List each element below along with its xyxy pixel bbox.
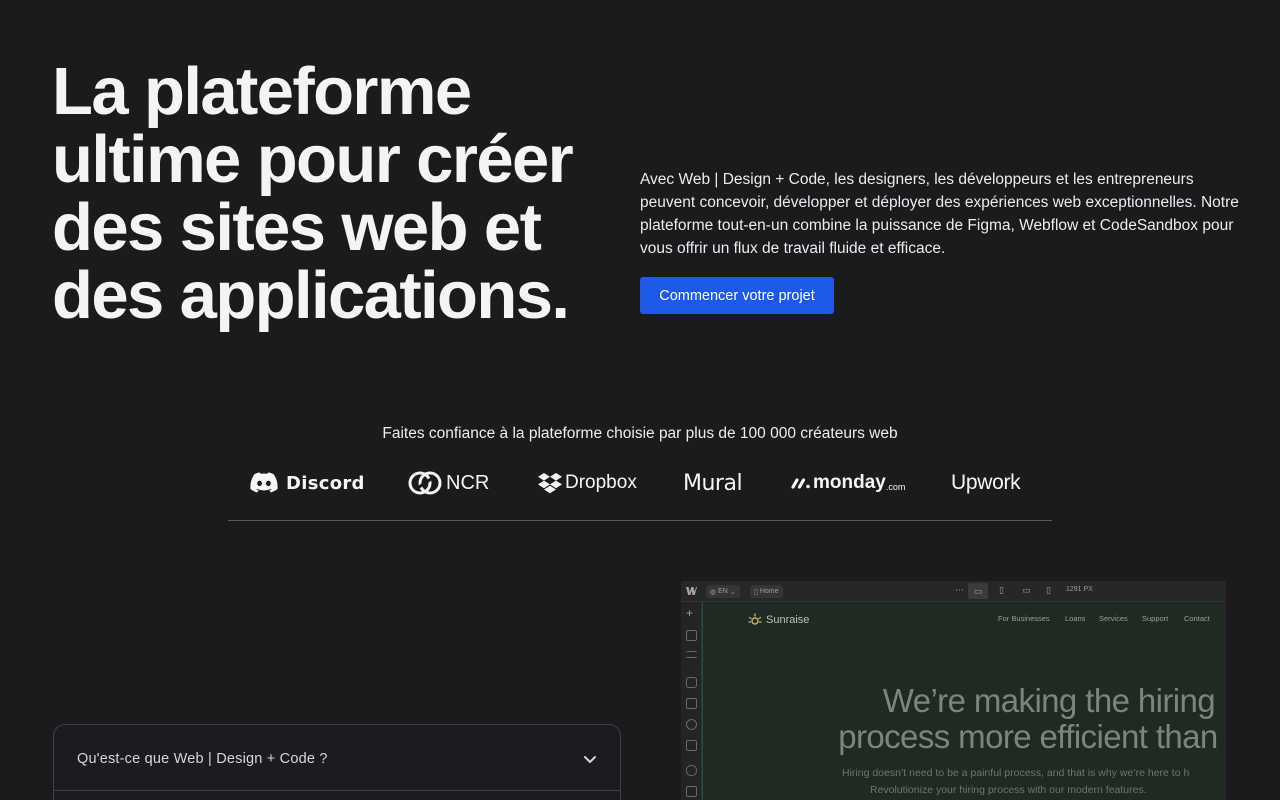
- page-icon: ▯: [754, 588, 758, 596]
- navigator-icon[interactable]: [686, 651, 697, 658]
- ncr-wordmark: NCR: [446, 471, 490, 494]
- site-subtext-line2: Revolutionize your hiring process with o…: [870, 784, 1147, 796]
- editor-toolbar: ◍ EN ⌄ ▯ Home ⋯ ▭ ▯ ▭ ▯ 1291 PX: [681, 581, 1226, 602]
- site-brand[interactable]: Sunraise: [748, 613, 809, 627]
- mobile-landscape-icon[interactable]: ▭: [1022, 585, 1031, 596]
- section-divider: [228, 520, 1052, 521]
- variables-icon[interactable]: [686, 719, 697, 730]
- monday-icon: [791, 478, 810, 489]
- assets-icon[interactable]: [686, 740, 697, 751]
- monday-logo: monday .com: [791, 462, 905, 504]
- chevron-down-icon: ⌄: [729, 588, 736, 596]
- mural-logo: Mural: [683, 462, 743, 504]
- page-label: Home: [759, 588, 779, 595]
- upwork-wordmark: Upwork: [951, 471, 1021, 494]
- width-readout: 1291 PX: [1066, 586, 1093, 593]
- chevron-down-icon[interactable]: [582, 751, 598, 767]
- hero-description: Avec Web | Design + Code, les designers,…: [640, 171, 1239, 257]
- trust-text: Faites confiance à la plateforme choisie…: [382, 425, 898, 442]
- mural-wordmark: Mural: [683, 470, 743, 496]
- partner-logos: Discord NCR Dropbox Mural monday .com Up…: [228, 462, 1052, 504]
- editor-preview: ◍ EN ⌄ ▯ Home ⋯ ▭ ▯ ▭ ▯ 1291 PX + Sunrai…: [681, 581, 1226, 800]
- site-nav-for-businesses[interactable]: For Businesses: [998, 614, 1050, 623]
- mobile-portrait-icon[interactable]: ▯: [1046, 585, 1051, 596]
- dropbox-wordmark: Dropbox: [565, 472, 637, 493]
- faq-question: Qu'est-ce que Web | Design + Code ?: [77, 751, 328, 767]
- dropbox-icon: [538, 472, 562, 493]
- dropbox-logo: Dropbox: [538, 462, 637, 504]
- hero-title: La plateforme ultime pour créer des site…: [52, 54, 574, 333]
- pages-icon[interactable]: [686, 630, 697, 641]
- globe-icon: ◍: [710, 588, 717, 596]
- apps-icon[interactable]: [686, 786, 697, 797]
- tablet-breakpoint-icon[interactable]: ▯: [999, 585, 1004, 596]
- site-nav-support[interactable]: Support: [1142, 614, 1168, 623]
- faq-item[interactable]: Qu'est-ce que Web | Design + Code ?: [54, 725, 620, 791]
- discord-logo: Discord: [250, 462, 365, 504]
- add-icon[interactable]: +: [686, 606, 693, 620]
- site-headline-line1: We’re making the hiring: [882, 682, 1216, 719]
- faq-accordion: Qu'est-ce que Web | Design + Code ?: [53, 724, 621, 800]
- cms-icon[interactable]: [686, 765, 697, 776]
- page-selector[interactable]: ▯ Home: [750, 585, 783, 598]
- desktop-breakpoint-icon[interactable]: ▭: [968, 583, 988, 599]
- site-nav-loans[interactable]: Loans: [1065, 614, 1085, 623]
- site-headline-line2: process more efficient than e: [838, 718, 1226, 755]
- discord-wordmark: Discord: [286, 472, 365, 494]
- editor-canvas: Sunraise For Businesses Loans Services S…: [702, 602, 1226, 800]
- site-nav-services[interactable]: Services: [1099, 614, 1128, 623]
- monday-suffix: .com: [885, 482, 906, 492]
- locale-label: EN: [718, 588, 728, 595]
- site-brand-name: Sunraise: [766, 614, 810, 626]
- ncr-logo: NCR: [408, 462, 489, 504]
- sun-icon: [748, 613, 762, 625]
- site-subtext-line1: Hiring doesn’t need to be a painful proc…: [842, 767, 1190, 779]
- webflow-logo-icon: [686, 587, 697, 595]
- start-project-button[interactable]: Commencer votre projet: [640, 277, 834, 314]
- more-icon[interactable]: ⋯: [955, 585, 964, 596]
- ncr-icon: [408, 471, 442, 495]
- monday-wordmark: monday: [813, 472, 886, 493]
- site-nav-contact[interactable]: Contact: [1184, 614, 1210, 623]
- upwork-logo: Upwork: [951, 462, 1021, 504]
- discord-icon: [250, 472, 278, 493]
- locale-selector[interactable]: ◍ EN ⌄: [706, 585, 740, 598]
